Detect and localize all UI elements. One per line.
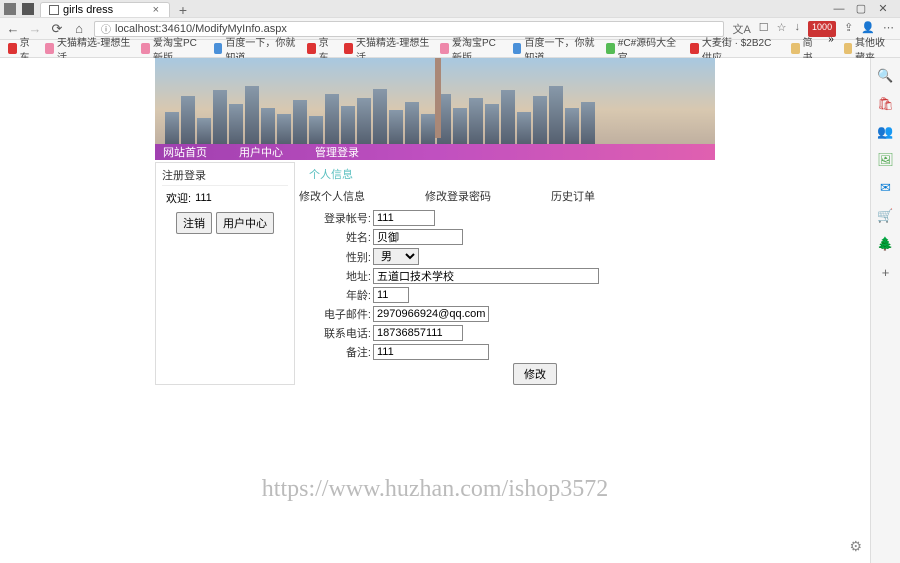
main-nav: 网站首页 用户中心 管理登录 [155, 144, 715, 160]
name-input[interactable] [373, 229, 463, 245]
new-tab-button[interactable]: + [176, 3, 190, 17]
submit-button[interactable]: 修改 [513, 363, 557, 385]
gender-select[interactable]: 男 [373, 248, 419, 265]
sidebar-people-icon[interactable]: 👥 [878, 124, 894, 140]
remark-label: 备注: [319, 344, 373, 360]
tab-history[interactable]: 历史订单 [551, 188, 595, 204]
age-label: 年龄: [319, 287, 373, 303]
profile-form: 登录帐号: 姓名: 性别: 男 [299, 210, 715, 385]
bookmark-bar: 京东 天猫精选-理想生活… 爱淘宝PC新版 百度一下，你就知道 京东 天猫精选-… [0, 40, 900, 58]
forward-button[interactable]: → [28, 22, 42, 36]
phone-input[interactable] [373, 325, 463, 341]
close-tab-icon[interactable]: × [153, 4, 159, 16]
breadcrumb: 个人信息 [299, 162, 715, 186]
phone-label: 联系电话: [319, 325, 373, 341]
nav-home[interactable]: 网站首页 [159, 142, 211, 162]
email-input[interactable] [373, 306, 489, 322]
app-icon-2 [22, 3, 34, 15]
nav-admin-login[interactable]: 管理登录 [311, 142, 363, 162]
sidebar-search-icon[interactable]: 🔍 [878, 68, 894, 84]
name-label: 姓名: [319, 229, 373, 245]
sidebar-image-icon[interactable]: 🖼 [878, 152, 894, 168]
email-label: 电子邮件: [319, 306, 373, 322]
settings-gear-icon[interactable]: ⚙ [849, 538, 862, 555]
login-title: 注册登录 [162, 165, 288, 186]
sidebar-add-icon[interactable]: + [878, 264, 894, 280]
page-content: 网站首页 用户中心 管理登录 注册登录 欢迎: 111 注销 用户中心 [0, 58, 870, 563]
remark-input[interactable] [373, 344, 489, 360]
watermark-text: https://www.huzhan.com/ishop3572 [0, 476, 870, 503]
gender-label: 性别: [319, 249, 373, 265]
login-panel: 注册登录 欢迎: 111 注销 用户中心 [155, 162, 295, 385]
account-label: 登录帐号: [319, 210, 373, 226]
tab-title: girls dress [63, 4, 113, 16]
app-icon-1 [4, 3, 16, 15]
address-input[interactable] [373, 268, 599, 284]
tab-modify-info[interactable]: 修改个人信息 [299, 188, 365, 204]
sidebar-shop-icon[interactable]: 🛍 [878, 96, 894, 112]
close-window-button[interactable]: ✕ [878, 4, 888, 14]
welcome-username: 111 [195, 192, 212, 204]
browser-tab[interactable]: girls dress × [40, 2, 170, 17]
account-input[interactable] [373, 210, 435, 226]
title-bar: girls dress × + — ▢ ✕ [0, 0, 900, 18]
maximize-button[interactable]: ▢ [856, 4, 866, 14]
user-center-button[interactable]: 用户中心 [216, 212, 274, 234]
tab-modify-pwd[interactable]: 修改登录密码 [425, 188, 491, 204]
age-input[interactable] [373, 287, 409, 303]
welcome-label: 欢迎: [166, 190, 191, 206]
logout-button[interactable]: 注销 [176, 212, 212, 234]
sidebar-mail-icon[interactable]: ✉ [878, 180, 894, 196]
nav-user-center[interactable]: 用户中心 [235, 142, 287, 162]
address-label: 地址: [319, 268, 373, 284]
minimize-button[interactable]: — [834, 4, 844, 14]
document-icon [49, 5, 59, 15]
sidebar-tree-icon[interactable]: 🌲 [878, 236, 894, 252]
sidebar-cart-icon[interactable]: 🛒 [878, 208, 894, 224]
browser-sidebar: 🔍 🛍 👥 🖼 ✉ 🛒 🌲 + [870, 58, 900, 563]
banner-image [155, 58, 715, 144]
